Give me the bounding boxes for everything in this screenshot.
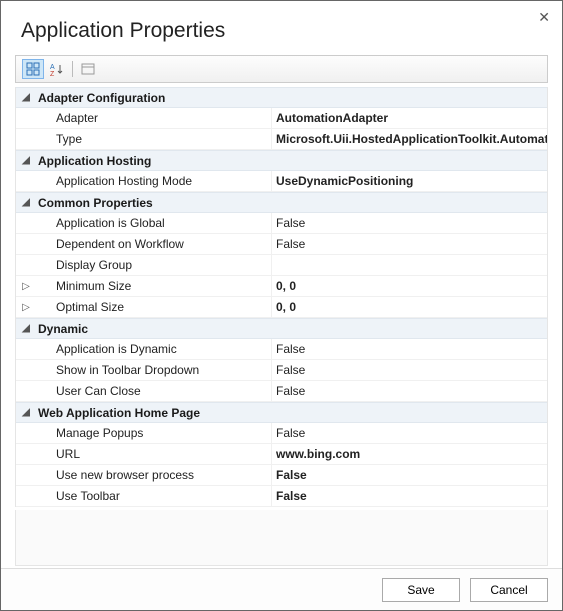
- property-label: URL: [56, 447, 271, 461]
- categorized-view-button[interactable]: [22, 59, 44, 79]
- property-row[interactable]: Dependent on WorkflowFalse: [16, 234, 547, 255]
- property-label: Display Group: [56, 258, 271, 272]
- property-value[interactable]: False: [271, 465, 547, 485]
- property-row[interactable]: Show in Toolbar DropdownFalse: [16, 360, 547, 381]
- property-row[interactable]: Use ToolbarFalse: [16, 486, 547, 507]
- property-label: Use Toolbar: [56, 489, 271, 503]
- alphabetical-view-button[interactable]: A Z: [46, 59, 68, 79]
- property-value[interactable]: 0, 0: [271, 297, 547, 317]
- property-label: Type: [56, 132, 271, 146]
- category-label: Adapter Configuration: [36, 91, 547, 105]
- property-value[interactable]: AutomationAdapter: [271, 108, 547, 128]
- property-value[interactable]: UseDynamicPositioning: [271, 171, 547, 191]
- property-row[interactable]: TypeMicrosoft.Uii.HostedApplicationToolk…: [16, 129, 547, 150]
- category-label: Dynamic: [36, 322, 547, 336]
- svg-text:A: A: [50, 64, 55, 71]
- property-pages-button[interactable]: [77, 59, 99, 79]
- property-value[interactable]: False: [271, 486, 547, 506]
- property-label: Show in Toolbar Dropdown: [56, 363, 271, 377]
- property-value[interactable]: False: [271, 360, 547, 380]
- property-row[interactable]: ▷ Minimum Size0, 0: [16, 276, 547, 297]
- expand-collapse-icon[interactable]: ◢: [16, 155, 36, 166]
- description-panel: [15, 510, 548, 566]
- property-value[interactable]: [271, 255, 547, 275]
- property-value[interactable]: 0, 0: [271, 276, 547, 296]
- save-button[interactable]: Save: [382, 578, 460, 602]
- property-value[interactable]: False: [271, 423, 547, 443]
- expand-collapse-icon[interactable]: ◢: [16, 92, 36, 103]
- property-value[interactable]: False: [271, 381, 547, 401]
- category-label: Web Application Home Page: [36, 406, 547, 420]
- property-row[interactable]: URLwww.bing.com: [16, 444, 547, 465]
- category-header[interactable]: ◢Dynamic: [16, 318, 547, 339]
- cancel-button[interactable]: Cancel: [470, 578, 548, 602]
- property-row[interactable]: AdapterAutomationAdapter: [16, 108, 547, 129]
- property-row[interactable]: User Can CloseFalse: [16, 381, 547, 402]
- dialog-title: Application Properties: [1, 1, 562, 55]
- property-value[interactable]: False: [271, 234, 547, 254]
- property-row[interactable]: Application Hosting ModeUseDynamicPositi…: [16, 171, 547, 192]
- property-row[interactable]: Application is GlobalFalse: [16, 213, 547, 234]
- property-grid: ◢Adapter ConfigurationAdapterAutomationA…: [15, 87, 548, 507]
- property-label: Use new browser process: [56, 468, 271, 482]
- dialog-footer: Save Cancel: [1, 568, 562, 610]
- property-row[interactable]: Display Group: [16, 255, 547, 276]
- close-icon[interactable]: ✕: [538, 9, 550, 26]
- property-value[interactable]: False: [271, 339, 547, 359]
- expand-collapse-icon[interactable]: ◢: [16, 323, 36, 334]
- property-row[interactable]: Application is DynamicFalse: [16, 339, 547, 360]
- property-row[interactable]: Manage PopupsFalse: [16, 423, 547, 444]
- property-label: Manage Popups: [56, 426, 271, 440]
- category-label: Common Properties: [36, 196, 547, 210]
- property-toolbar: A Z: [15, 55, 548, 83]
- category-label: Application Hosting: [36, 154, 547, 168]
- property-label: Dependent on Workflow: [56, 237, 271, 251]
- property-label: Optimal Size: [56, 300, 271, 314]
- category-header[interactable]: ◢Application Hosting: [16, 150, 547, 171]
- expand-collapse-icon[interactable]: ◢: [16, 407, 36, 418]
- svg-text:Z: Z: [50, 71, 55, 76]
- expand-icon[interactable]: ▷: [16, 281, 36, 292]
- category-header[interactable]: ◢Web Application Home Page: [16, 402, 547, 423]
- property-value[interactable]: False: [271, 213, 547, 233]
- property-label: Application is Dynamic: [56, 342, 271, 356]
- property-label: User Can Close: [56, 384, 271, 398]
- property-row[interactable]: ▷ Optimal Size0, 0: [16, 297, 547, 318]
- expand-icon[interactable]: ▷: [16, 302, 36, 313]
- property-label: Application is Global: [56, 216, 271, 230]
- property-label: Application Hosting Mode: [56, 174, 271, 188]
- property-value[interactable]: www.bing.com: [271, 444, 547, 464]
- property-row[interactable]: Use new browser processFalse: [16, 465, 547, 486]
- expand-collapse-icon[interactable]: ◢: [16, 197, 36, 208]
- toolbar-separator: [72, 61, 73, 77]
- category-header[interactable]: ◢Adapter Configuration: [16, 87, 547, 108]
- property-label: Minimum Size: [56, 279, 271, 293]
- property-label: Adapter: [56, 111, 271, 125]
- property-value[interactable]: Microsoft.Uii.HostedApplicationToolkit.A…: [271, 129, 547, 149]
- category-header[interactable]: ◢Common Properties: [16, 192, 547, 213]
